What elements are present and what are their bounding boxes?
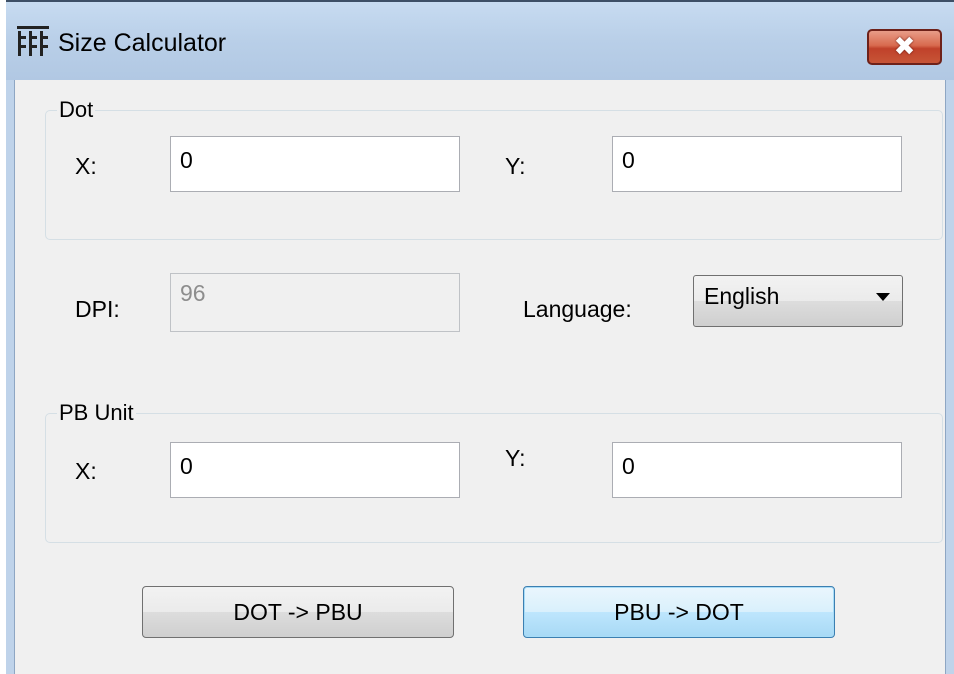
dot-y-input[interactable]: 0 — [612, 136, 902, 192]
pbu-y-input[interactable]: 0 — [612, 442, 902, 498]
title-bar[interactable]: Size Calculator ✖ — [6, 0, 954, 80]
dot-y-label: Y: — [505, 153, 526, 179]
language-selected: English — [704, 283, 780, 309]
grid-app-icon — [17, 26, 49, 56]
dot-x-label: X: — [75, 153, 97, 179]
pbu-y-label: Y: — [505, 445, 526, 471]
size-calculator-window: Size Calculator ✖ Dot X: 0 Y: 0 DPI: 96 … — [6, 0, 954, 674]
pbu-x-label: X: — [75, 458, 97, 484]
dot-group-label: Dot — [57, 97, 96, 123]
language-label: Language: — [523, 296, 632, 322]
close-icon: ✖ — [893, 31, 916, 61]
dpi-label: DPI: — [75, 296, 120, 322]
close-button[interactable]: ✖ — [867, 29, 942, 65]
language-select[interactable]: English — [693, 275, 903, 327]
dot-to-pbu-button[interactable]: DOT -> PBU — [142, 586, 454, 638]
pbu-to-dot-button[interactable]: PBU -> DOT — [523, 586, 835, 638]
dpi-input: 96 — [170, 273, 460, 332]
dot-x-input[interactable]: 0 — [170, 136, 460, 192]
pb-unit-group-label: PB Unit — [57, 400, 136, 426]
chevron-down-icon — [876, 293, 890, 301]
window-title: Size Calculator — [58, 29, 227, 57]
pbu-x-input[interactable]: 0 — [170, 442, 460, 498]
dialog-client-area: Dot X: 0 Y: 0 DPI: 96 Language: English … — [14, 80, 946, 674]
